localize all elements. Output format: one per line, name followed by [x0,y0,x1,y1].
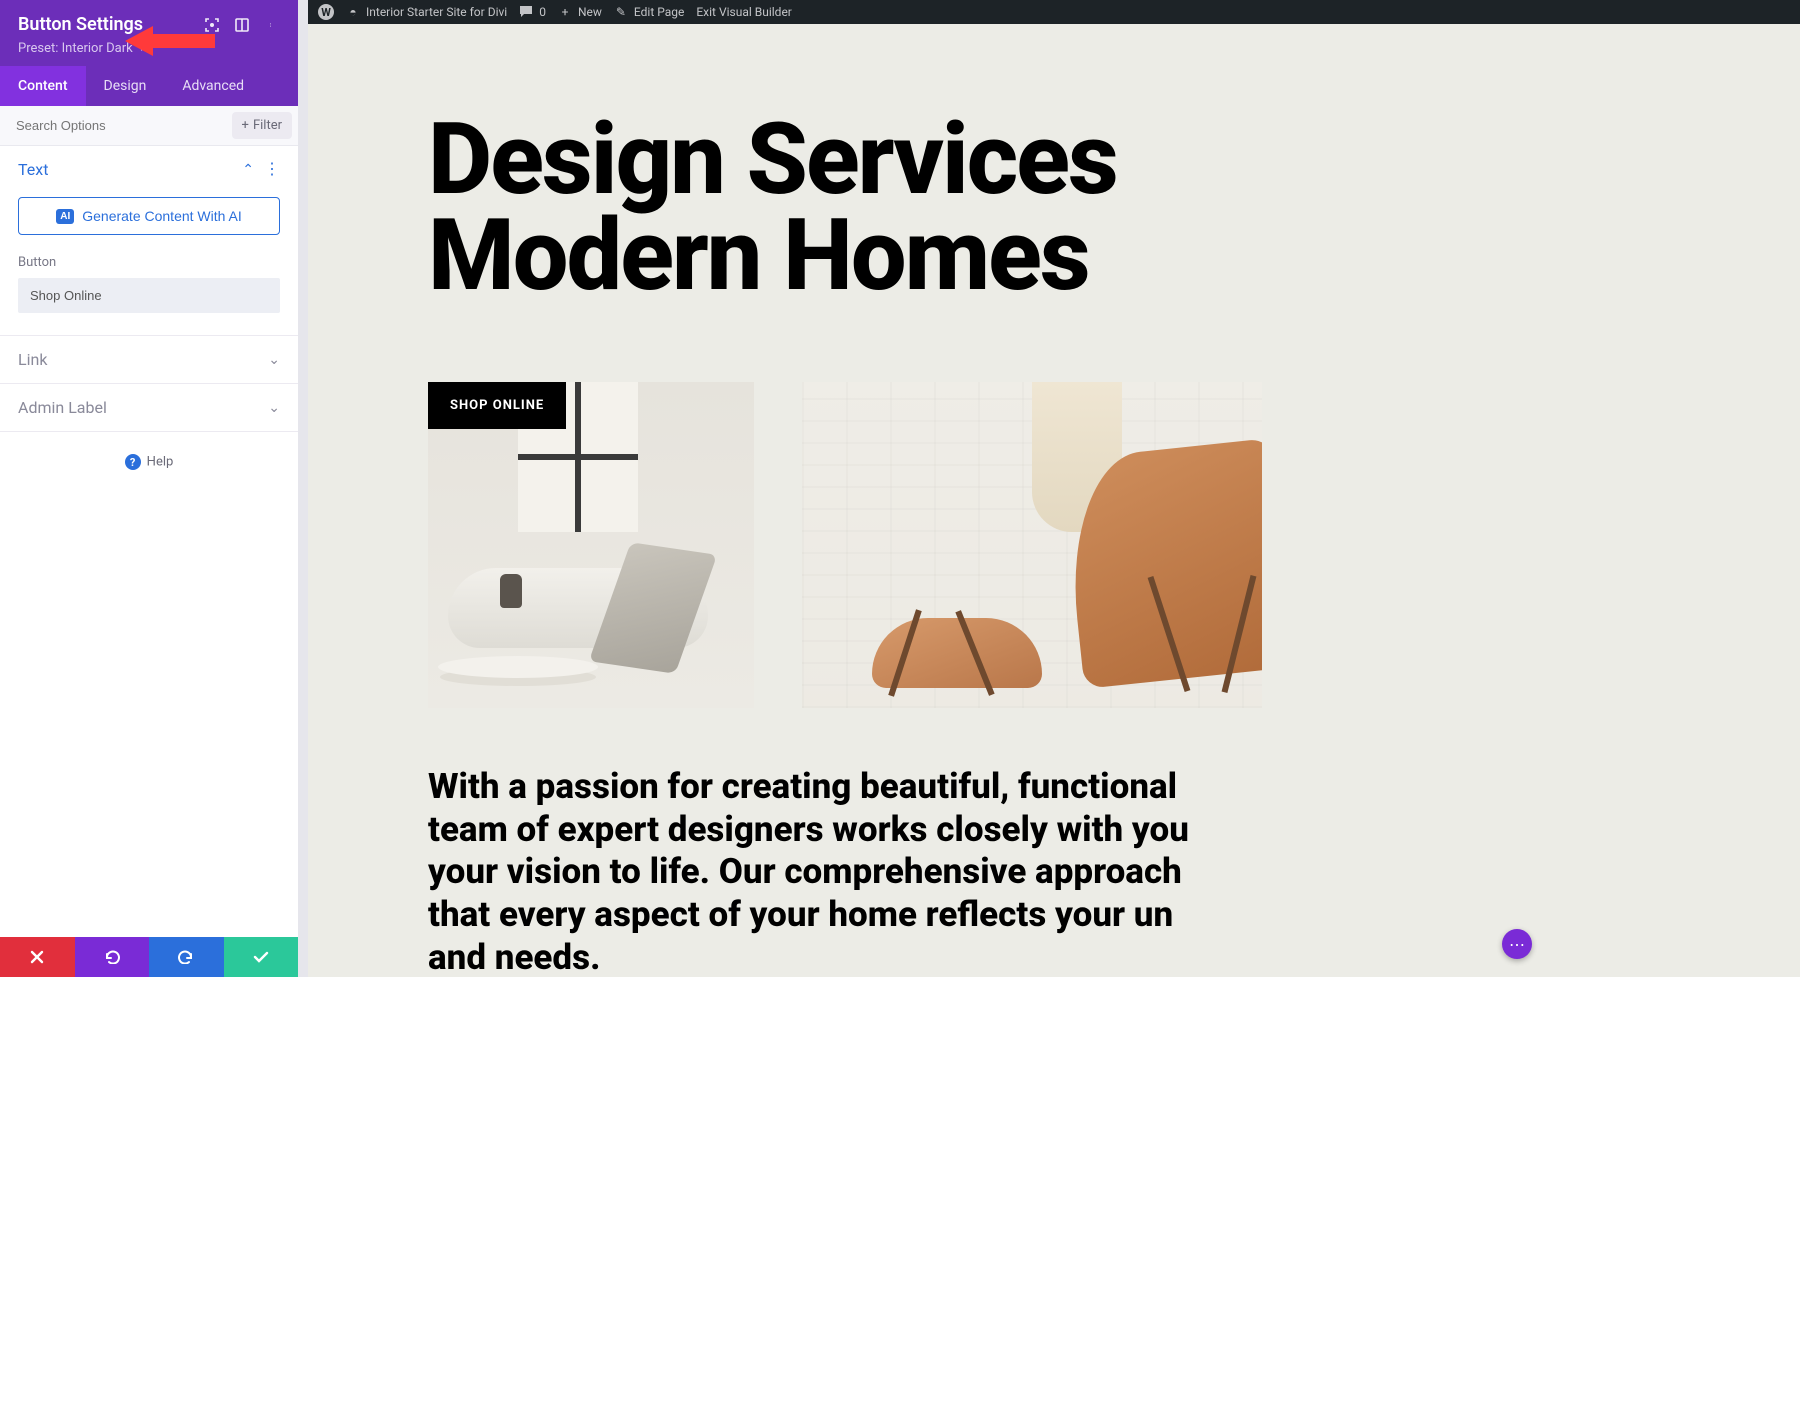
body-line-2: team of expert designers works closely w… [428,809,1800,852]
undo-button[interactable] [75,937,150,977]
gallery-image-2 [802,382,1262,708]
more-horizontal-icon: ⋯ [1509,935,1525,954]
button-text-input[interactable] [18,278,280,313]
wordpress-logo-icon[interactable]: W [318,4,334,20]
filter-label: Filter [253,118,282,133]
sidebar-tabs: Content Design Advanced [0,66,298,106]
hero-line-1: Design Services [428,112,1800,208]
ai-button-label: Generate Content With AI [82,208,242,224]
layout-icon[interactable] [234,17,250,33]
preset-prefix: Preset: [18,41,58,56]
wp-new-label: New [578,5,602,19]
search-row: + Filter [0,106,298,146]
hero-heading: Design Services Modern Homes [428,24,1800,304]
wp-comments-link[interactable]: 0 [519,5,546,19]
section-head-text[interactable]: Text ⌃ ⋮ [0,146,298,193]
tab-design[interactable]: Design [86,66,165,106]
chevron-up-icon: ⌃ [242,162,254,178]
body-line-1: With a passion for creating beautiful, f… [428,766,1800,809]
cancel-button[interactable] [0,937,75,977]
section-head-admin[interactable]: Admin Label ⌄ [0,384,298,431]
preview-pane: W ◓ Interior Starter Site for Divi 0 + N… [308,0,1800,977]
plus-icon: + [242,118,249,133]
header-icon-group [204,17,280,33]
section-admin-label: Admin Label ⌄ [0,384,298,432]
sidebar-header: Button Settings Preset: Inte [0,0,298,66]
wp-exit-label: Exit Visual Builder [696,5,792,19]
settings-sidebar: Button Settings Preset: Inte [0,0,298,977]
body-line-5: and needs. [428,937,1800,977]
section-title-link: Link [18,350,47,369]
wp-new-link[interactable]: + New [558,5,602,19]
section-body-text: AI Generate Content With AI Button [0,193,298,335]
section-link: Link ⌄ [0,336,298,384]
help-label: Help [147,455,174,470]
wp-comments-count: 0 [539,5,546,19]
filter-button[interactable]: + Filter [232,112,292,139]
confirm-button[interactable] [224,937,299,977]
tab-advanced[interactable]: Advanced [164,66,262,106]
comment-icon [519,5,533,19]
shop-online-button[interactable]: SHOP ONLINE [428,382,566,429]
wp-site-link[interactable]: ◓ Interior Starter Site for Divi [346,5,507,19]
sofa-scene-placeholder [428,382,754,708]
dashboard-icon: ◓ [346,5,360,19]
chevron-down-icon: ⌄ [268,352,280,368]
sidebar-footer [0,937,298,977]
focus-icon[interactable] [204,17,220,33]
preset-name: Interior Dark [62,41,133,56]
caret-down-icon: ▼ [137,43,147,54]
help-link[interactable]: ? Help [0,432,298,492]
chair-scene-placeholder [802,382,1262,708]
sidebar-title: Button Settings [18,14,143,35]
plus-icon: + [558,5,572,19]
section-title-admin: Admin Label [18,398,107,417]
section-head-link[interactable]: Link ⌄ [0,336,298,383]
kebab-menu-icon[interactable] [264,17,280,33]
pencil-icon: ✎ [614,5,628,19]
body-line-3: your vision to life. Our comprehensive a… [428,851,1800,894]
ai-badge-icon: AI [56,209,74,224]
wp-exit-vb-link[interactable]: Exit Visual Builder [696,5,792,19]
gallery-image-1: SHOP ONLINE [428,382,754,708]
section-title-text: Text [18,160,48,179]
generate-ai-button[interactable]: AI Generate Content With AI [18,197,280,235]
wp-edit-label: Edit Page [634,5,684,19]
page-canvas[interactable]: Design Services Modern Homes SHOP ONLINE [308,24,1800,977]
search-input[interactable] [0,106,232,145]
wp-site-name: Interior Starter Site for Divi [366,5,507,19]
section-text: Text ⌃ ⋮ AI Generate Content With AI But… [0,146,298,336]
help-icon: ? [125,454,141,470]
preset-dropdown[interactable]: Preset: Interior Dark ▼ [18,41,280,56]
button-field-label: Button [18,255,280,270]
wp-edit-page-link[interactable]: ✎ Edit Page [614,5,684,19]
image-gallery: SHOP ONLINE [428,382,1800,708]
hero-line-2: Modern Homes [428,208,1800,304]
redo-button[interactable] [149,937,224,977]
tab-content[interactable]: Content [0,66,86,106]
wp-admin-bar: W ◓ Interior Starter Site for Divi 0 + N… [308,0,1800,24]
section-kebab-icon[interactable]: ⋮ [264,166,280,172]
divi-fab-button[interactable]: ⋯ [1502,929,1532,959]
pane-divider[interactable] [298,0,308,977]
sections-container: Text ⌃ ⋮ AI Generate Content With AI But… [0,146,298,937]
body-line-4: that every aspect of your home reflects … [428,894,1800,937]
chevron-down-icon: ⌄ [268,400,280,416]
body-paragraph: With a passion for creating beautiful, f… [428,766,1800,977]
